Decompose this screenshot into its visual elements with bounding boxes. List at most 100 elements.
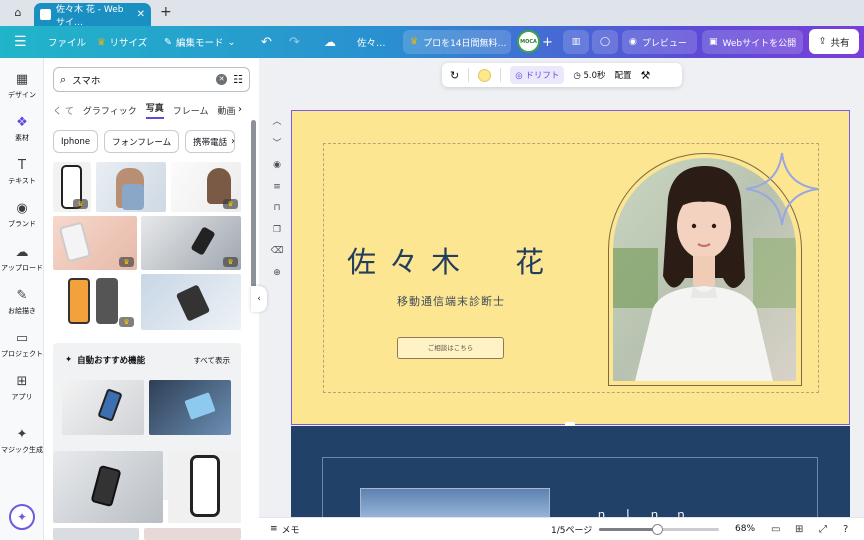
share-icon: ⇪ <box>818 36 827 47</box>
resize-button[interactable]: ♛ リサイズ <box>97 26 147 58</box>
photo-thumbnail[interactable] <box>53 451 163 523</box>
edit-mode-button[interactable]: ✎ 編集モード ⌄ <box>164 26 235 58</box>
paint-format-icon[interactable]: ⚒ <box>641 69 651 82</box>
ai-refresh-icon[interactable]: ↻ <box>450 69 459 82</box>
chip-mobile-phone[interactable]: 携帯電話 <box>185 130 236 153</box>
photo-thumbnail[interactable]: ♛ <box>171 162 241 212</box>
chevron-right-icon[interactable]: › <box>238 104 242 115</box>
crown-icon: ♛ <box>97 36 106 48</box>
chevron-up-icon[interactable]: ︿ <box>270 112 284 134</box>
browser-tab[interactable]: 佐々木 花 - Webサイ… ✕ <box>34 3 151 28</box>
sparkle-icon: ✦ <box>65 355 73 365</box>
photo-thumbnail[interactable] <box>62 380 144 435</box>
collapse-panel-button[interactable]: ‹ <box>251 286 267 312</box>
animation-drift-button[interactable]: ◎ ドリフト <box>510 66 565 84</box>
page-counter[interactable]: 1/5ページ <box>551 523 592 536</box>
notes-button[interactable]: ≡ メモ <box>270 523 300 536</box>
rail-item-magic[interactable]: ✦ マジック生成 <box>0 427 44 455</box>
zoom-slider[interactable] <box>599 524 719 535</box>
panel-scrollbar[interactable] <box>251 120 256 300</box>
arrange-button[interactable]: 配置 <box>615 69 632 81</box>
crown-icon: ♛ <box>119 257 134 267</box>
lock-icon[interactable]: ⊓ <box>270 198 284 220</box>
photo-thumbnail[interactable] <box>144 528 241 540</box>
tab-videos[interactable]: 動画 <box>217 104 235 117</box>
rail-item-upload[interactable]: ☁ アップロード <box>0 245 44 273</box>
rail-item-apps[interactable]: ⊞ アプリ <box>0 374 44 402</box>
photo-thumbnail[interactable] <box>53 528 139 540</box>
crown-icon: ♛ <box>223 257 238 267</box>
share-button[interactable]: ⇪ 共有 <box>809 29 859 54</box>
photo-thumbnail[interactable] <box>141 274 241 330</box>
consult-button[interactable]: ご相談はこちら <box>397 337 504 359</box>
chevron-right-icon[interactable]: › <box>231 136 235 147</box>
design-page-1[interactable]: 佐々木 花 移動通信端末診断士 ご相談はこちら <box>291 110 850 425</box>
page2-photo[interactable] <box>360 488 550 518</box>
chip-phone-frame[interactable]: フォンフレーム <box>104 130 180 153</box>
zoom-level[interactable]: 68% <box>735 524 755 534</box>
redo-icon[interactable]: ↷ <box>289 26 300 58</box>
background-color-swatch[interactable] <box>478 68 492 82</box>
pro-trial-label: プロを14日間無料… <box>423 38 507 49</box>
photo-thumbnail[interactable]: ♛ <box>53 162 91 212</box>
publish-label: Webサイトを公開 <box>722 38 797 49</box>
sparkle-star-decoration[interactable] <box>744 151 820 227</box>
chip-iphone[interactable]: Iphone <box>53 130 99 153</box>
tab-graphics[interactable]: グラフィック <box>83 104 137 117</box>
rail-item-text[interactable]: T テキスト <box>0 158 44 186</box>
preview-label: プレビュー <box>641 38 687 49</box>
rail-item-brand[interactable]: ◉ ブランド <box>0 201 44 229</box>
trash-icon[interactable]: ⌫ <box>270 241 284 263</box>
file-menu[interactable]: ファイル <box>48 26 86 58</box>
hide-eye-icon[interactable]: ◉ <box>270 155 284 177</box>
home-icon[interactable]: ⌂ <box>11 6 25 20</box>
photo-thumbnail[interactable]: ♛ <box>53 274 137 330</box>
preview-button[interactable]: ◉ プレビュー <box>622 30 697 54</box>
avatar[interactable]: MOCA <box>517 30 540 53</box>
fullscreen-icon[interactable]: ⤢ <box>819 524 827 535</box>
photo-thumbnail[interactable]: ♛ <box>53 216 137 270</box>
hero-subtitle[interactable]: 移動通信端末診断士 <box>397 293 505 309</box>
design-page-2[interactable]: ｎ ｌ ｎ ｎ <box>291 426 850 518</box>
close-icon[interactable]: ✕ <box>137 9 145 20</box>
photo-thumbnail[interactable] <box>96 162 166 212</box>
side-rail: ▦ デザイン ❖ 素材 T テキスト ◉ ブランド ☁ アップロード ✎ お絵描き ▭ プロジ… <box>0 58 44 540</box>
magic-assistant-icon[interactable]: ✦ <box>9 504 35 530</box>
rail-item-elements[interactable]: ❖ 素材 <box>0 115 44 143</box>
duration-button[interactable]: ◷ 5.0秒 <box>573 69 605 81</box>
pro-trial-button[interactable]: ♛ プロを14日間無料… <box>403 30 511 54</box>
photo-thumbnail[interactable] <box>149 380 231 435</box>
photo-thumbnail[interactable]: ♛ <box>141 216 241 270</box>
publish-button[interactable]: ▣ Webサイトを公開 <box>702 30 803 54</box>
add-collaborator-button[interactable]: + <box>542 26 553 58</box>
comment-icon[interactable]: ◯ <box>592 30 618 54</box>
crown-icon: ♛ <box>119 317 134 327</box>
search-input[interactable]: ⌕ スマホ ✕ ☷ <box>53 67 250 92</box>
grid-view-icon[interactable]: ⊞ <box>795 524 803 535</box>
document-name[interactable]: 佐々… <box>357 26 386 58</box>
chevron-down-icon[interactable]: ﹀ <box>270 134 284 156</box>
help-icon[interactable]: ? <box>843 524 848 535</box>
see-all-link[interactable]: すべて表示 <box>193 355 230 366</box>
tab-photos[interactable]: 写真 <box>145 101 164 119</box>
crown-icon: ♛ <box>73 199 88 209</box>
tab-prev[interactable]: く て <box>53 104 74 117</box>
tab-frames[interactable]: フレーム <box>173 104 209 117</box>
zoom-slider-knob[interactable] <box>651 524 663 535</box>
menu-icon[interactable]: ☰ <box>14 26 27 58</box>
clear-icon[interactable]: ✕ <box>216 74 228 85</box>
duplicate-icon[interactable]: ❐ <box>270 220 284 242</box>
photo-thumbnail[interactable] <box>168 451 241 523</box>
bottom-bar: ≡ メモ 1/5ページ 68% ▭ ⊞ ⤢ ? <box>259 517 864 540</box>
page-view-icon[interactable]: ▭ <box>771 524 780 535</box>
rail-item-projects[interactable]: ▭ プロジェクト <box>0 331 44 359</box>
rail-item-draw[interactable]: ✎ お絵描き <box>0 288 44 316</box>
undo-icon[interactable]: ↶ <box>261 26 272 58</box>
add-page-icon[interactable]: ⊕ <box>270 263 284 285</box>
rail-item-design[interactable]: ▦ デザイン <box>0 72 44 100</box>
filter-icon[interactable]: ☷ <box>233 73 243 86</box>
new-tab-button[interactable]: + <box>160 4 172 20</box>
insights-icon[interactable]: ▥ <box>563 30 589 54</box>
notes-icon[interactable]: ≡ <box>270 177 284 199</box>
hero-name[interactable]: 佐々木 花 <box>347 239 557 281</box>
